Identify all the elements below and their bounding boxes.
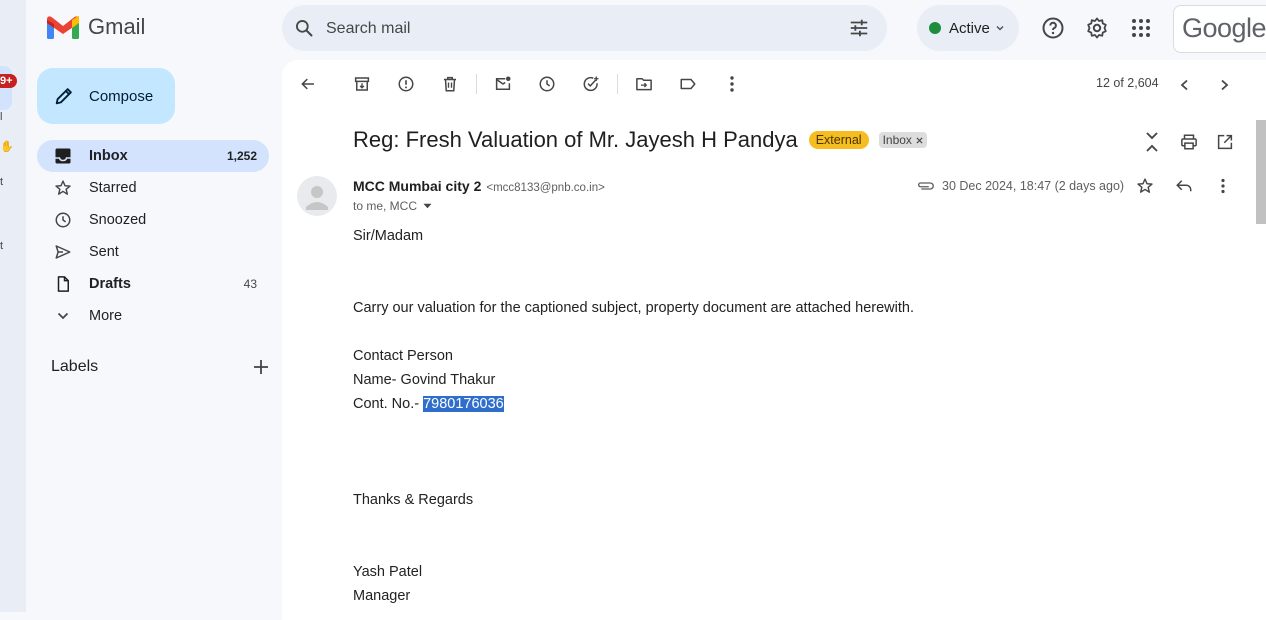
gmail-m-icon xyxy=(46,14,80,40)
email-subject: Reg: Fresh Valuation of Mr. Jayesh H Pan… xyxy=(353,127,798,152)
sender-email: <mcc8133@pnb.co.in> xyxy=(486,182,605,194)
search-options-icon[interactable] xyxy=(848,17,870,39)
chevron-down-icon xyxy=(53,306,73,326)
rail-fragment: t xyxy=(0,240,4,252)
toolbar-divider xyxy=(476,74,477,94)
contact-number-selected[interactable]: 7980176036 xyxy=(423,396,504,412)
search-bar[interactable] xyxy=(282,5,887,51)
draft-count: 43 xyxy=(243,277,257,291)
older-chevron-right-icon[interactable] xyxy=(1211,72,1237,98)
external-tag: External xyxy=(808,131,869,149)
status-selector[interactable]: Active xyxy=(917,5,1019,51)
recipients-text: to me, MCC xyxy=(353,199,418,213)
clock-icon xyxy=(53,210,73,230)
left-rail: 9+ l ✋ t t xyxy=(0,0,26,612)
contact-name: Name- Govind Thakur xyxy=(353,372,496,388)
nav-label: Inbox xyxy=(89,148,128,164)
search-input[interactable] xyxy=(324,15,808,43)
search-icon[interactable] xyxy=(294,18,314,38)
sender-line: MCC Mumbai city 2 <mcc8133@pnb.co.in> xyxy=(353,178,605,194)
nav-label: Starred xyxy=(89,180,137,196)
inbox-label-chip[interactable]: Inbox xyxy=(878,132,927,148)
email-date: 30 Dec 2024, 18:47 (2 days ago) xyxy=(942,179,1125,193)
label-icon[interactable] xyxy=(668,64,708,104)
report-spam-icon[interactable] xyxy=(386,64,426,104)
nav-item-drafts[interactable]: Drafts 43 xyxy=(37,268,269,300)
contact-number-line: Cont. No.- 7980176036 xyxy=(353,396,504,412)
unread-count: 1,252 xyxy=(226,149,257,163)
folder-nav: Inbox 1,252 Starred Snoozed Sent Drafts … xyxy=(37,140,269,332)
nav-label: Drafts xyxy=(89,276,131,292)
compose-button[interactable]: Compose xyxy=(37,68,175,124)
toolbar-divider xyxy=(617,74,618,94)
settings-gear-icon[interactable] xyxy=(1077,8,1117,48)
star-icon xyxy=(53,178,73,198)
back-arrow-icon[interactable] xyxy=(288,64,328,104)
remove-label-close-icon[interactable] xyxy=(916,136,923,144)
wave-emoji-icon: ✋ xyxy=(0,141,14,153)
body-line: Carry our valuation for the captioned su… xyxy=(353,300,914,316)
sender-avatar[interactable] xyxy=(297,176,337,216)
rail-fragment: t xyxy=(0,176,4,188)
labels-title: Labels xyxy=(51,358,99,375)
google-account-button[interactable]: Google xyxy=(1173,5,1266,53)
inbox-chip-label: Inbox xyxy=(882,133,912,147)
date-line: 30 Dec 2024, 18:47 (2 days ago) xyxy=(916,179,1124,193)
mark-unread-icon[interactable] xyxy=(483,64,523,104)
message-counter: 12 of 2,604 xyxy=(1096,76,1159,90)
reply-icon[interactable] xyxy=(1162,172,1206,200)
send-icon xyxy=(53,242,73,262)
more-vert-icon[interactable] xyxy=(712,64,752,104)
move-to-icon[interactable] xyxy=(624,64,664,104)
rail-active-item[interactable] xyxy=(0,66,12,110)
contact-heading: Contact Person xyxy=(353,348,453,364)
nav-item-snoozed[interactable]: Snoozed xyxy=(37,204,269,236)
subject-row: Reg: Fresh Valuation of Mr. Jayesh H Pan… xyxy=(353,127,927,153)
signer-title: Manager xyxy=(353,588,411,604)
newer-chevron-left-icon[interactable] xyxy=(1172,72,1198,98)
inbox-icon xyxy=(53,146,73,166)
gmail-wordmark: Gmail xyxy=(88,14,146,39)
draft-icon xyxy=(53,274,73,294)
signer-name: Yash Patel xyxy=(353,564,423,580)
nav-item-sent[interactable]: Sent xyxy=(37,236,269,268)
apps-grid-icon[interactable] xyxy=(1121,8,1161,48)
status-label: Active xyxy=(949,19,990,37)
snooze-icon[interactable] xyxy=(527,64,567,104)
chevron-down-icon xyxy=(995,23,1005,33)
pencil-icon xyxy=(53,85,75,107)
help-icon[interactable] xyxy=(1033,8,1073,48)
star-message-icon[interactable] xyxy=(1128,172,1162,200)
print-icon[interactable] xyxy=(1180,133,1198,151)
nav-label: Snoozed xyxy=(89,212,147,228)
nav-label: More xyxy=(89,308,123,324)
message-actions xyxy=(1128,172,1240,200)
unread-badge: 9+ xyxy=(0,74,17,88)
scrollbar-thumb[interactable] xyxy=(1256,120,1266,224)
gmail-logo[interactable]: Gmail xyxy=(46,14,145,40)
google-wordmark: Google xyxy=(1182,13,1266,43)
closing-line: Thanks & Regards xyxy=(353,492,474,508)
message-more-vert-icon[interactable] xyxy=(1206,172,1240,200)
show-details-dropdown-icon[interactable] xyxy=(423,203,432,209)
contact-number-label: Cont. No.- xyxy=(353,396,424,412)
compose-label: Compose xyxy=(89,87,154,105)
collapse-all-icon[interactable] xyxy=(1142,131,1162,153)
nav-label: Sent xyxy=(89,244,119,260)
nav-item-starred[interactable]: Starred xyxy=(37,172,269,204)
archive-icon[interactable] xyxy=(342,64,382,104)
add-label-plus-icon[interactable] xyxy=(253,359,269,375)
nav-item-more[interactable]: More xyxy=(37,300,269,332)
add-to-tasks-icon[interactable] xyxy=(571,64,611,104)
open-in-new-window-icon[interactable] xyxy=(1216,133,1234,151)
rail-fragment: l xyxy=(0,111,3,123)
sender-name[interactable]: MCC Mumbai city 2 xyxy=(353,178,481,194)
nav-item-inbox[interactable]: Inbox 1,252 xyxy=(37,140,269,172)
status-dot xyxy=(929,22,941,34)
body-greeting: Sir/Madam xyxy=(353,228,424,244)
delete-icon[interactable] xyxy=(430,64,470,104)
labels-header: Labels xyxy=(51,358,269,376)
attachment-paperclip-icon xyxy=(916,180,934,192)
recipients-line: to me, MCC xyxy=(353,199,432,213)
